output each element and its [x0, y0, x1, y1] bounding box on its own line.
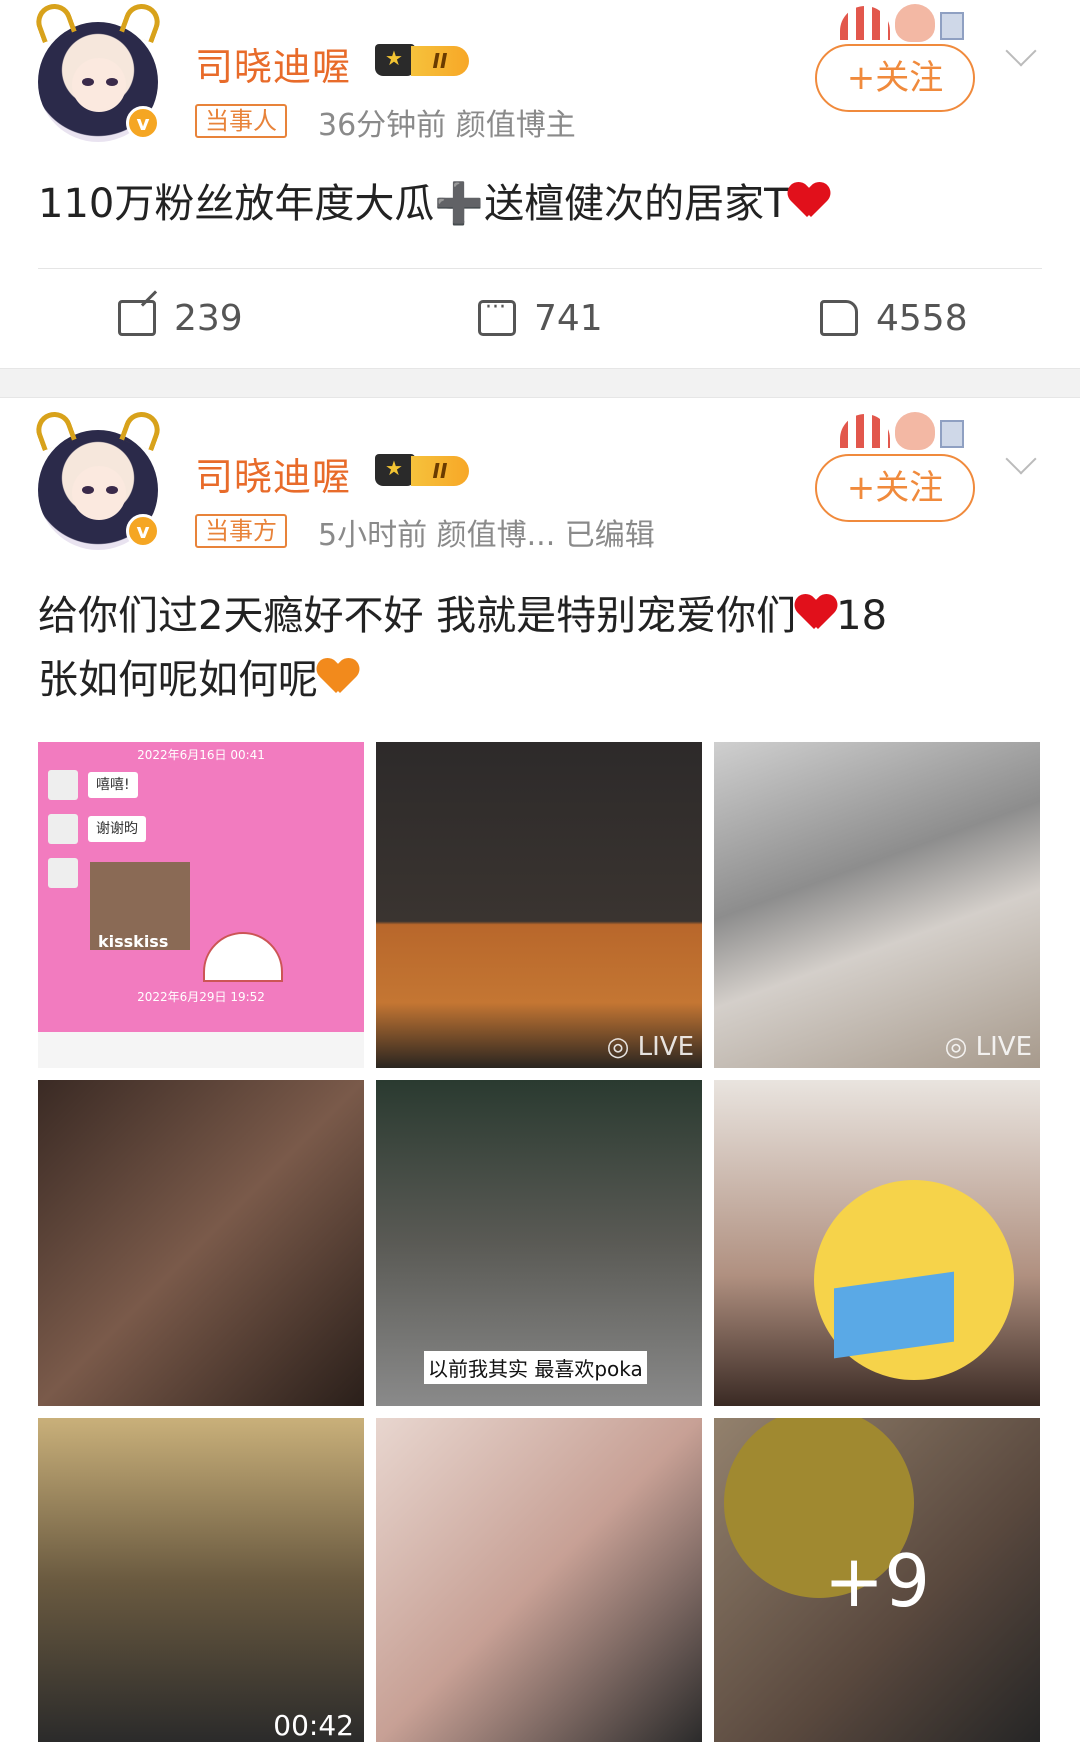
live-badge: LIVE — [607, 1032, 694, 1062]
image-5-photo[interactable]: 以前我其实 最喜欢poka — [376, 1080, 702, 1406]
repost-button[interactable]: 239 — [118, 295, 243, 341]
live-badge: LIVE — [945, 1032, 1032, 1062]
post-separator — [0, 368, 1080, 398]
post-content: 给你们过2天瘾好不好 我就是特别宠爱你们 18 张如何呢如何呢 — [38, 593, 888, 703]
chat-bubble: 嘻嘻! — [88, 772, 138, 798]
post-content: 110万粉丝放年度大瓜➕送檀健次的居家T — [38, 172, 1038, 236]
image-3-photo[interactable]: LIVE — [714, 742, 1040, 1068]
video-subtitle: 以前我其实 最喜欢poka — [424, 1351, 647, 1384]
divider — [38, 268, 1042, 269]
follow-decoration — [800, 4, 970, 44]
chat-input-bar — [38, 1032, 364, 1068]
chevron-down-icon[interactable] — [1005, 443, 1037, 475]
avatar[interactable]: v — [31, 406, 165, 550]
verified-badge-icon: v — [126, 106, 160, 140]
avatar[interactable]: v — [31, 0, 165, 142]
image-1-chat-screenshot[interactable]: 2022年6月16日 00:41 嘻嘻! 谢谢昀 kisskiss 2022年6… — [38, 742, 364, 1068]
follow-button[interactable]: +关注 — [815, 44, 975, 112]
username[interactable]: 司晓迪喔 — [195, 36, 351, 91]
comment-button[interactable]: 741 — [478, 295, 603, 341]
red-heart-icon — [796, 595, 836, 635]
post-meta: 36分钟前 颜值博主 — [318, 108, 576, 143]
username[interactable]: 司晓迪喔 — [195, 446, 351, 501]
follow-button[interactable]: +关注 — [815, 454, 975, 522]
chevron-down-icon[interactable] — [1005, 35, 1037, 67]
image-8-photo[interactable] — [376, 1418, 702, 1742]
chat-bubble: 谢谢昀 — [88, 816, 146, 842]
verified-badge-icon: v — [126, 514, 160, 548]
weibo-post-2: v 司晓迪喔 II 当事方 5小时前 颜值博... 已编辑 +关注 给你们过2天… — [0, 398, 1080, 1742]
image-9-photo[interactable]: +9 — [714, 1418, 1040, 1742]
image-7-video[interactable]: 00:42 — [38, 1418, 364, 1742]
identity-tag: 当事方 — [195, 514, 287, 548]
follow-decoration — [800, 412, 970, 452]
video-duration: 00:42 — [273, 1709, 354, 1742]
identity-tag: 当事人 — [195, 104, 287, 138]
red-heart-icon — [789, 183, 829, 223]
repost-icon — [118, 300, 156, 336]
image-6-photo[interactable] — [714, 1080, 1040, 1406]
weibo-post-1: v 司晓迪喔 II 当事人 36分钟前 颜值博主 +关注 110万粉丝放年度大瓜… — [0, 0, 1080, 368]
more-images-count[interactable]: +9 — [714, 1418, 1040, 1742]
umbrella-sticker — [203, 932, 283, 982]
orange-heart-icon — [318, 659, 358, 699]
vip-crown-icon: II — [375, 40, 471, 80]
vip-crown-icon: II — [375, 450, 471, 490]
like-button[interactable]: 4558 — [820, 295, 968, 341]
image-2-photo[interactable]: LIVE — [376, 742, 702, 1068]
comment-icon — [478, 295, 516, 336]
thumbs-up-icon — [820, 300, 858, 336]
image-4-photo[interactable] — [38, 1080, 364, 1406]
plus-emoji: ➕ — [434, 181, 485, 227]
post-meta: 5小时前 颜值博... 已编辑 — [318, 518, 655, 553]
